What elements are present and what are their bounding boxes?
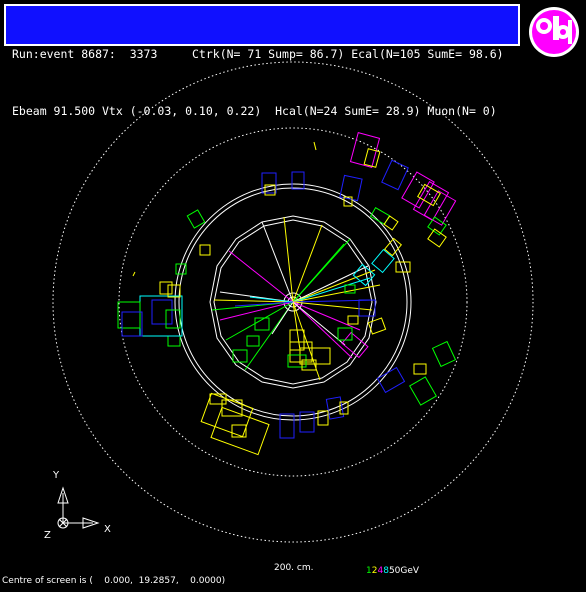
x-axis-label: X <box>104 524 111 535</box>
energy-scale-unit: GeV <box>400 566 420 576</box>
energy-scale-label: 124850GeV <box>366 566 419 576</box>
detector-view <box>52 61 534 543</box>
energy-scale-50: 50 <box>388 566 401 576</box>
tracks <box>211 216 381 381</box>
z-axis-label: Z <box>44 530 51 541</box>
track-fragment <box>132 271 136 277</box>
axis-indicator <box>57 486 100 529</box>
y-axis-label: Y <box>53 470 60 481</box>
screen-centre-text: Centre of screen is ( 0.000, 19.2857, 0.… <box>2 576 226 586</box>
track-fragment <box>313 141 317 151</box>
scale-bar-label: 200. cm. <box>274 563 314 573</box>
event-display-canvas: Run:event 8687: 3373 Ctrk(N= 71 Sump= 86… <box>0 0 586 592</box>
event-info-header: Run:event 8687: 3373 Ctrk(N= 71 Sump= 86… <box>4 4 520 118</box>
